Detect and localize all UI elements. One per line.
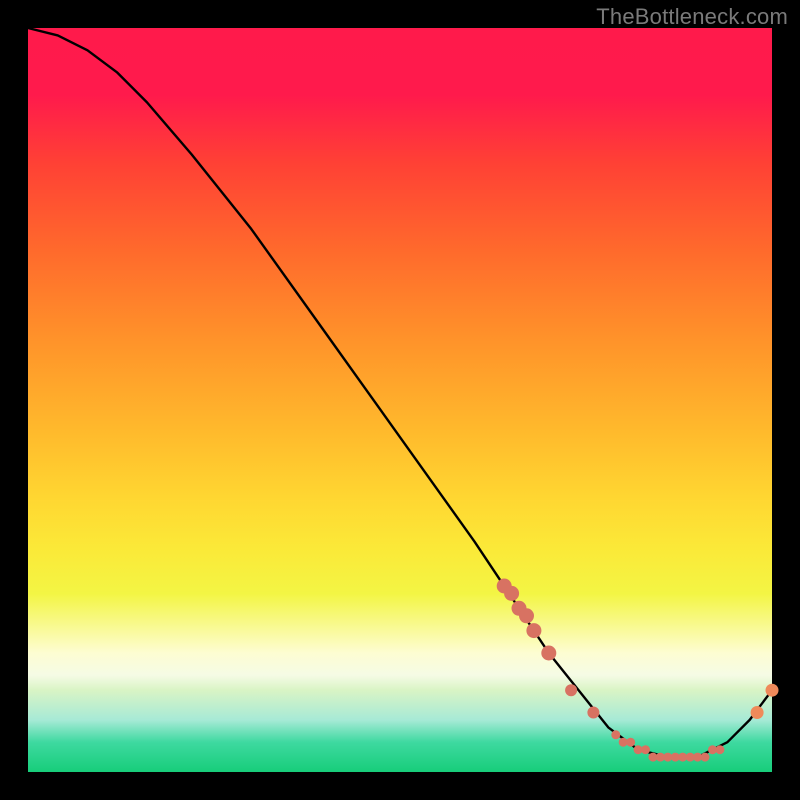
marker-point <box>641 745 650 754</box>
marker-point <box>626 738 635 747</box>
marker-point <box>565 684 577 696</box>
marker-point <box>611 730 620 739</box>
marker-point <box>541 646 556 661</box>
plot-area <box>28 28 772 772</box>
marker-point <box>715 745 724 754</box>
bottleneck-curve-svg <box>28 28 772 772</box>
marker-point <box>519 608 534 623</box>
marker-point <box>587 707 599 719</box>
marker-point <box>751 706 764 719</box>
marker-point <box>504 586 519 601</box>
watermark-text: TheBottleneck.com <box>596 4 788 30</box>
marker-point <box>701 753 710 762</box>
chart-frame: TheBottleneck.com <box>0 0 800 800</box>
marker-point <box>766 684 779 697</box>
bottleneck-curve-path <box>28 28 772 757</box>
marker-point <box>526 623 541 638</box>
